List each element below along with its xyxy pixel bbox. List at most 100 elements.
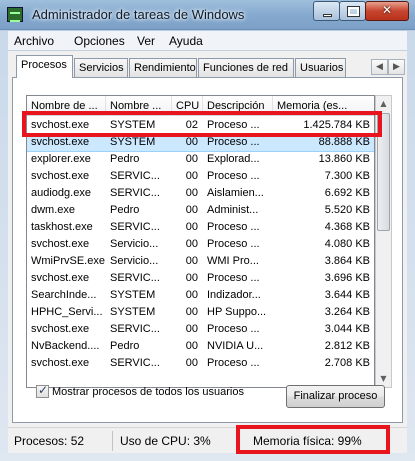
cell-cpu: 00 (185, 272, 198, 284)
status-processes: Procesos: 52 (14, 434, 85, 448)
cell-user-name: SYSTEM (110, 289, 156, 301)
tab-rendimiento[interactable]: Rendimiento (129, 58, 197, 77)
cell-cpu: 00 (185, 204, 198, 216)
cell-image-name: svchost.exe (31, 272, 90, 284)
cell-memory: 7.300 KB (324, 170, 370, 182)
cell-description: Proceso ... (207, 136, 260, 148)
table-row[interactable]: WmiPrvSE.exe Servicio... 00 WMI Pro... 3.864… (27, 253, 374, 270)
cell-user-name: SERVIC... (110, 170, 160, 182)
cell-user-name: Pedro (110, 340, 140, 352)
status-cpu: Uso de CPU: 3% (120, 434, 211, 448)
menu-archivo[interactable]: Archivo (14, 34, 54, 48)
table-row[interactable]: svchost.exe SYSTEM 02 Proceso ... 1.425.784 … (27, 117, 374, 134)
cell-memory: 4.080 KB (324, 238, 370, 250)
task-manager-window: Administrador de tareas de Windows ✕ Arc… (0, 0, 415, 461)
cell-memory: 6.692 KB (324, 187, 370, 199)
table-row[interactable]: SearchInde... SYSTEM 00 Indizador... 3.644 K… (27, 287, 374, 304)
cell-cpu: 00 (185, 187, 198, 199)
show-all-processes-checkbox[interactable]: ✓ (36, 383, 49, 398)
cell-memory: 3.644 KB (324, 289, 370, 301)
menu-bar: Archivo Opciones Ver Ayuda (8, 31, 407, 51)
process-list[interactable]: Nombre de ... Nombre ... CPU Descripción… (26, 95, 375, 388)
status-divider (112, 431, 113, 451)
cell-description: Proceso ... (207, 170, 260, 182)
cell-description: Proceso ... (207, 323, 260, 335)
cell-user-name: Pedro (110, 153, 140, 165)
table-row[interactable]: HPHC_Servi... SYSTEM 00 HP Suppo... 3.264 KB (27, 304, 374, 321)
menu-opciones[interactable]: Opciones (74, 34, 125, 48)
cell-user-name: SYSTEM (110, 119, 156, 131)
table-row[interactable]: NvBackend.... Pedro 00 NVIDIA U... 2.812 KB (27, 338, 374, 355)
tab-procesos[interactable]: Procesos (16, 55, 73, 78)
status-divider (237, 431, 238, 451)
checkmark-icon: ✓ (38, 383, 49, 397)
table-row[interactable]: svchost.exe Servicio... 00 Proceso ... 4.080… (27, 236, 374, 253)
process-list-scrollbar[interactable]: ▲ ▼ (375, 95, 392, 388)
column-header-user-name[interactable]: Nombre ... (106, 96, 172, 116)
cell-cpu: 00 (185, 306, 198, 318)
tab-usuarios[interactable]: Usuarios (295, 58, 346, 77)
cell-user-name: SERVIC... (110, 221, 160, 233)
scroll-up-arrow-icon[interactable]: ▲ (376, 96, 391, 112)
cell-image-name: NvBackend.... (31, 340, 100, 352)
table-row[interactable]: svchost.exe SERVIC... 00 Proceso ... 2.708 K… (27, 355, 374, 372)
column-header-image-name[interactable]: Nombre de ... (27, 96, 106, 116)
table-row[interactable]: taskhost.exe SERVIC... 00 Proceso ... 4.368 … (27, 219, 374, 236)
cell-user-name: SYSTEM (110, 136, 156, 148)
minimize-button[interactable] (313, 1, 340, 21)
cell-image-name: taskhost.exe (31, 221, 93, 233)
close-button[interactable]: ✕ (365, 1, 409, 21)
table-row[interactable]: svchost.exe SERVIC... 00 Proceso ... 7.300 K… (27, 168, 374, 185)
cell-cpu: 00 (185, 340, 198, 352)
cell-memory: 3.696 KB (324, 272, 370, 284)
cell-user-name: SYSTEM (110, 306, 156, 318)
cell-description: Administ... (207, 204, 259, 216)
menu-ver[interactable]: Ver (137, 34, 155, 48)
maximize-button[interactable] (339, 1, 366, 21)
show-all-processes-label[interactable]: Mostrar procesos de todos los usuarios (52, 386, 244, 398)
cell-memory: 2.708 KB (324, 357, 370, 369)
cell-memory: 13.860 KB (318, 153, 370, 165)
cell-memory: 3.044 KB (324, 323, 370, 335)
table-row[interactable]: dwm.exe Pedro 00 Administ... 5.520 KB (27, 202, 374, 219)
window-title: Administrador de tareas de Windows (32, 7, 245, 22)
tab-funciones-de-red[interactable]: Funciones de red (198, 58, 294, 77)
cell-user-name: SERVIC... (110, 272, 160, 284)
table-row[interactable]: explorer.exe Pedro 00 Explorad... 13.860 KB (27, 151, 374, 168)
cell-memory: 2.812 KB (324, 340, 370, 352)
table-row[interactable]: svchost.exe SERVIC... 00 Proceso ... 3.044 K… (27, 321, 374, 338)
cell-description: Proceso ... (207, 272, 260, 284)
cell-cpu: 00 (185, 238, 198, 250)
column-header-memory[interactable]: Memoria (es... (273, 96, 374, 116)
tab-scroll-right-button[interactable]: ▶ (388, 59, 405, 75)
minimize-icon (323, 14, 332, 17)
cell-image-name: svchost.exe (31, 170, 90, 182)
task-manager-icon (7, 7, 23, 22)
cell-user-name: Servicio... (110, 238, 159, 250)
tab-scroll-left-button[interactable]: ◀ (371, 59, 388, 75)
cell-description: Proceso ... (207, 357, 260, 369)
cell-memory: 1.425.784 KB (303, 119, 370, 131)
end-process-button[interactable]: Finalizar proceso (286, 385, 385, 408)
cell-description: Indizador... (207, 289, 261, 301)
table-row[interactable]: audiodg.exe SERVIC... 00 Aislamien... 6.692 … (27, 185, 374, 202)
close-icon: ✕ (381, 3, 393, 17)
cell-image-name: svchost.exe (31, 136, 90, 148)
cell-image-name: WmiPrvSE.exe (31, 255, 105, 267)
cell-description: WMI Pro... (207, 255, 259, 267)
column-header-description[interactable]: Descripción (203, 96, 273, 116)
cell-user-name: SERVIC... (110, 187, 160, 199)
cell-description: HP Suppo... (207, 306, 267, 318)
column-header-cpu[interactable]: CPU (172, 96, 203, 116)
cell-cpu: 00 (185, 136, 198, 148)
cell-description: Proceso ... (207, 119, 260, 131)
table-row[interactable]: svchost.exe SYSTEM 00 Proceso ... 88.888 KB (27, 133, 374, 152)
cell-cpu: 00 (185, 357, 198, 369)
title-bar[interactable]: Administrador de tareas de Windows ✕ (0, 0, 415, 30)
menu-ayuda[interactable]: Ayuda (169, 34, 203, 48)
scrollbar-thumb[interactable] (377, 113, 390, 231)
tab-servicios[interactable]: Servicios (74, 58, 128, 77)
cell-image-name: svchost.exe (31, 238, 90, 250)
cell-cpu: 00 (185, 221, 198, 233)
table-row[interactable]: svchost.exe SERVIC... 00 Proceso ... 3.696 K… (27, 270, 374, 287)
